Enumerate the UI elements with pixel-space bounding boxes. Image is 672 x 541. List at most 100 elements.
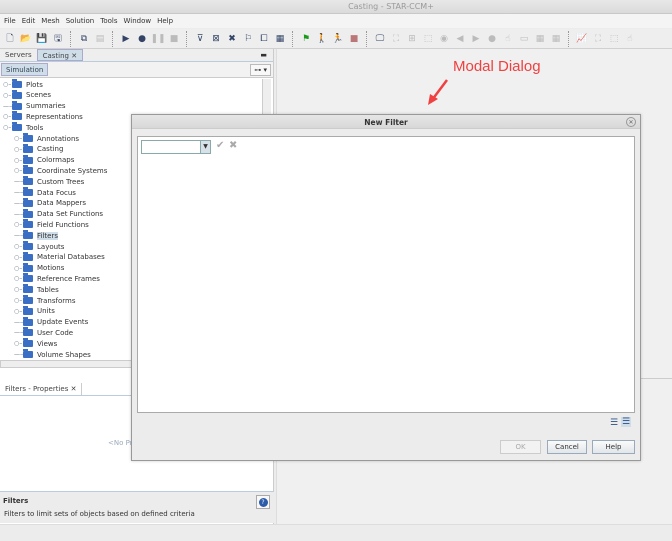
walk-icon[interactable]: 🚶 (315, 32, 329, 46)
paste-icon[interactable]: ▤ (93, 32, 107, 46)
cancel-button[interactable]: Cancel (547, 440, 587, 454)
menu-window[interactable]: Window (124, 17, 152, 25)
tree-node[interactable]: —— Data Focus (14, 187, 76, 198)
tree-node[interactable]: ○– Annotations (14, 133, 79, 144)
expand-icon[interactable]: ○– (3, 81, 12, 88)
flag-icon[interactable]: ⚑ (299, 32, 313, 46)
menu-edit[interactable]: Edit (22, 17, 36, 25)
expand-icon[interactable]: ○– (3, 124, 12, 131)
expand-icon[interactable]: ○– (14, 221, 23, 228)
copy-icon[interactable]: ⧉ (77, 32, 91, 46)
check-icon[interactable]: ✔ (216, 140, 224, 151)
flag-outline-icon[interactable]: ⚐ (241, 32, 255, 46)
tree-node[interactable]: —— Volume Shapes (14, 349, 91, 360)
tab-properties[interactable]: Filters - Properties ✕ (0, 383, 83, 395)
mesh-filter-icon[interactable]: ⊽ (193, 32, 207, 46)
tree-node[interactable]: ○– Casting (14, 143, 63, 155)
expand-icon[interactable]: ○– (14, 286, 23, 293)
expand-icon[interactable]: ○– (3, 92, 12, 99)
grid-icon[interactable]: ▦ (273, 32, 287, 46)
tree-node[interactable]: —— Custom Trees (14, 176, 84, 187)
back-icon[interactable]: ◀ (453, 32, 467, 46)
run-man-icon[interactable]: 🏃 (331, 32, 345, 46)
plot-icon[interactable]: 📈 (575, 32, 589, 46)
new-icon[interactable]: 🗋 (3, 32, 17, 46)
x-icon[interactable]: ✖ (229, 140, 237, 151)
expand-icon[interactable]: ○– (14, 297, 23, 304)
menu-tools[interactable]: Tools (100, 17, 117, 25)
tree-node[interactable]: ○– Scenes (3, 89, 51, 101)
run-icon[interactable]: ▶ (119, 32, 133, 46)
expand-icon[interactable]: ○– (14, 135, 23, 142)
ok-button[interactable]: OK (500, 440, 541, 454)
expand-icon[interactable]: ○– (14, 265, 23, 272)
tree-node[interactable]: —— Summaries (3, 100, 66, 112)
forward-icon[interactable]: ▶ (469, 32, 483, 46)
tree-node[interactable]: ○– Motions (14, 262, 64, 274)
clear-mesh-icon[interactable]: ✖ (225, 32, 239, 46)
tree-node[interactable]: ○– Material Databases (14, 251, 105, 263)
tree-view-dropdown[interactable]: ⊶ ▾ (250, 64, 271, 76)
screen-icon[interactable]: 🖵 (373, 32, 387, 46)
expand-icon[interactable]: ○– (14, 243, 23, 250)
filter-type-combo[interactable]: ▼ (141, 140, 211, 154)
save-as-icon[interactable]: 🖫 (51, 32, 65, 46)
stop-red-icon[interactable]: ■ (347, 32, 361, 46)
expand-icon[interactable]: ○– (14, 308, 23, 315)
expand-icon[interactable]: ○– (14, 146, 23, 153)
close-tab-icon[interactable]: ✕ (71, 52, 77, 60)
camera-icon[interactable]: ◉ (437, 32, 451, 46)
tree-node[interactable]: —— Data Mappers (14, 197, 86, 209)
tree-node[interactable]: ○– Reference Frames (14, 273, 100, 284)
tree-node[interactable]: —— Update Events (14, 316, 88, 328)
menu-mesh[interactable]: Mesh (41, 17, 59, 25)
tree-node[interactable]: ○– Field Functions (14, 219, 89, 230)
step-icon[interactable]: ● (135, 32, 149, 46)
tree-node[interactable]: ○– Plots (3, 79, 43, 90)
tree-node[interactable]: ○– Views (14, 338, 57, 349)
pause-icon[interactable]: ❚❚ (150, 32, 165, 46)
help-button[interactable]: ? (256, 495, 270, 509)
sphere-icon[interactable]: ● (485, 32, 499, 46)
fit2-icon[interactable]: ⛶ (591, 32, 605, 46)
simulation-button[interactable]: Simulation (1, 63, 49, 76)
save-icon[interactable]: 💾 (35, 32, 49, 46)
expand-icon[interactable]: ○– (14, 167, 23, 174)
ruler-icon[interactable]: ▭ (517, 32, 531, 46)
help-dialog-button[interactable]: Help (592, 440, 635, 454)
tree-node[interactable]: ○– Colormaps (14, 154, 74, 166)
open-icon[interactable]: 📂 (19, 32, 33, 46)
close-dialog-icon[interactable]: ✕ (626, 117, 636, 127)
table-icon[interactable]: ▦ (533, 32, 547, 46)
tree-node[interactable]: ○– Layouts (14, 241, 64, 252)
tree-node[interactable]: ○– Units (14, 305, 55, 317)
tree-node[interactable]: —— User Code (14, 327, 73, 338)
select-icon[interactable]: ⬚ (421, 32, 435, 46)
list-view-icon[interactable]: ☰ (621, 417, 632, 427)
select2-icon[interactable]: ⬚ (607, 32, 621, 46)
menu-solution[interactable]: Solution (66, 17, 95, 25)
grid2-icon[interactable]: ▦ (549, 32, 563, 46)
chevron-down-icon[interactable]: ▼ (200, 141, 210, 153)
tree-node[interactable]: —— Filters (14, 230, 58, 241)
tab-casting[interactable]: Casting ✕ (36, 49, 84, 61)
hand-icon[interactable]: ☝ (501, 32, 515, 46)
tree-node[interactable]: —— Data Set Functions (14, 208, 103, 220)
expand-icon[interactable]: ○– (14, 157, 23, 164)
tree-node[interactable]: ○– Representations (3, 111, 83, 122)
expand-icon[interactable]: ○– (14, 340, 23, 347)
fit-icon[interactable]: ⛶ (389, 32, 403, 46)
tab-servers[interactable]: Servers (0, 49, 37, 61)
expand-icon[interactable]: ○– (3, 113, 12, 120)
reset-view-icon[interactable]: ⊞ (405, 32, 419, 46)
hand2-icon[interactable]: ☝ (623, 32, 637, 46)
menu-help[interactable]: Help (157, 17, 173, 25)
tree-node[interactable]: ○– Transforms (14, 295, 75, 306)
menu-file[interactable]: File (4, 17, 16, 25)
stop-icon[interactable]: ■ (167, 32, 181, 46)
expand-icon[interactable]: ○– (14, 254, 23, 261)
minimize-icon[interactable]: ▬ (254, 49, 273, 61)
parts-icon[interactable]: ⧠ (257, 32, 271, 46)
tree-node[interactable]: ○– Tables (14, 284, 59, 295)
tree-node[interactable]: ○– Tools (3, 122, 43, 133)
